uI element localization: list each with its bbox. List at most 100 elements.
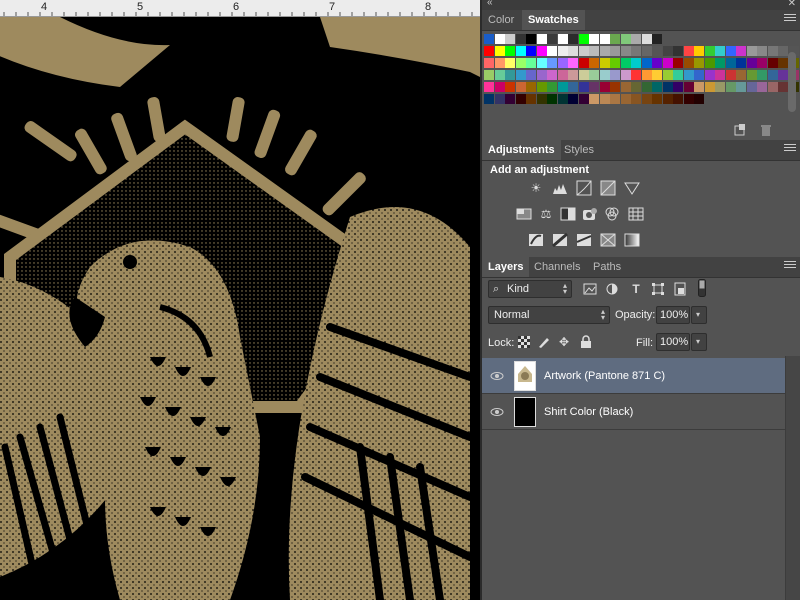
swatch[interactable] xyxy=(704,58,715,68)
swatch[interactable] xyxy=(620,46,631,56)
swatch[interactable] xyxy=(620,34,631,44)
swatch[interactable] xyxy=(599,70,610,80)
swatch[interactable] xyxy=(641,46,652,56)
swatch[interactable] xyxy=(526,94,536,104)
lock-all-icon[interactable] xyxy=(578,334,594,350)
lock-transparency-icon[interactable] xyxy=(516,334,532,350)
tab-adjustments[interactable]: Adjustments xyxy=(482,140,561,160)
swatch[interactable] xyxy=(515,34,526,44)
tab-color[interactable]: Color xyxy=(482,10,520,30)
tab-paths[interactable]: Paths xyxy=(587,257,627,277)
lock-paint-icon[interactable] xyxy=(536,334,552,350)
swatch[interactable] xyxy=(778,70,788,80)
swatch[interactable] xyxy=(662,46,673,56)
tab-channels[interactable]: Channels xyxy=(528,257,586,277)
swatch[interactable] xyxy=(746,58,757,68)
swatch[interactable] xyxy=(578,94,589,104)
swatch[interactable] xyxy=(652,58,662,68)
swatch[interactable] xyxy=(631,70,641,80)
swatch[interactable] xyxy=(767,46,778,56)
layer-row[interactable]: Shirt Color (Black) xyxy=(482,394,786,430)
swatch[interactable] xyxy=(536,94,547,104)
swatch[interactable] xyxy=(631,94,641,104)
shape-filter-icon[interactable] xyxy=(650,281,666,297)
swatch[interactable] xyxy=(620,58,631,68)
swatch[interactable] xyxy=(641,34,652,44)
panel-menu-icon[interactable] xyxy=(784,144,796,154)
swatch[interactable] xyxy=(578,82,589,92)
photo-filter-icon[interactable] xyxy=(582,206,598,222)
swatch[interactable] xyxy=(547,70,557,80)
swatch[interactable] xyxy=(515,58,526,68)
swatch[interactable] xyxy=(484,82,494,92)
tab-styles[interactable]: Styles xyxy=(558,140,600,160)
swatch[interactable] xyxy=(599,94,610,104)
levels-icon[interactable] xyxy=(552,180,568,196)
swatch[interactable] xyxy=(568,70,578,80)
black-white-icon[interactable] xyxy=(560,206,576,222)
swatch[interactable] xyxy=(484,94,494,104)
channel-mixer-icon[interactable] xyxy=(604,206,620,222)
swatch[interactable] xyxy=(694,46,704,56)
swatch[interactable] xyxy=(547,82,557,92)
swatch[interactable] xyxy=(778,46,788,56)
swatches-scrollbar[interactable] xyxy=(788,52,796,112)
layer-row[interactable]: Artwork (Pantone 871 C) xyxy=(482,358,786,394)
swatch[interactable] xyxy=(641,82,652,92)
swatch[interactable] xyxy=(610,82,620,92)
swatch[interactable] xyxy=(547,46,557,56)
swatch[interactable] xyxy=(484,58,494,68)
swatch[interactable] xyxy=(704,46,715,56)
swatch[interactable] xyxy=(547,34,557,44)
swatch[interactable] xyxy=(631,34,641,44)
swatch[interactable] xyxy=(494,46,505,56)
swatch[interactable] xyxy=(725,46,736,56)
swatch[interactable] xyxy=(568,34,578,44)
swatch[interactable] xyxy=(736,46,746,56)
swatch[interactable] xyxy=(505,46,515,56)
swatch[interactable] xyxy=(746,82,757,92)
selective-color-icon[interactable] xyxy=(600,232,616,248)
swatch[interactable] xyxy=(494,34,505,44)
swatch[interactable] xyxy=(484,46,494,56)
swatch[interactable] xyxy=(505,58,515,68)
swatch[interactable] xyxy=(767,82,778,92)
swatch[interactable] xyxy=(757,58,767,68)
swatch[interactable] xyxy=(505,94,515,104)
swatch[interactable] xyxy=(631,58,641,68)
swatch[interactable] xyxy=(589,46,599,56)
pixel-filter-icon[interactable] xyxy=(582,281,598,297)
swatch[interactable] xyxy=(704,70,715,80)
swatch[interactable] xyxy=(589,58,599,68)
swatch[interactable] xyxy=(557,58,568,68)
swatch[interactable] xyxy=(547,94,557,104)
swatch[interactable] xyxy=(610,70,620,80)
filter-toggle-switch[interactable] xyxy=(694,279,710,297)
swatch[interactable] xyxy=(494,82,505,92)
swatch[interactable] xyxy=(757,82,767,92)
swatch[interactable] xyxy=(725,58,736,68)
panel-menu-icon[interactable] xyxy=(784,261,796,271)
swatch[interactable] xyxy=(652,82,662,92)
swatch[interactable] xyxy=(778,58,788,68)
swatch[interactable] xyxy=(610,46,620,56)
swatch[interactable] xyxy=(536,82,547,92)
trash-icon[interactable] xyxy=(760,124,772,139)
swatch[interactable] xyxy=(599,34,610,44)
swatch[interactable] xyxy=(715,46,725,56)
swatch[interactable] xyxy=(757,46,767,56)
swatch[interactable] xyxy=(673,94,683,104)
swatch[interactable] xyxy=(547,58,557,68)
layer-filter-kind-select[interactable]: ⌕ Kind ▴ ▾ xyxy=(488,280,572,298)
swatch[interactable] xyxy=(526,58,536,68)
swatch[interactable] xyxy=(662,58,673,68)
swatch[interactable] xyxy=(526,70,536,80)
tab-swatches[interactable]: Swatches xyxy=(522,10,585,30)
swatch[interactable] xyxy=(641,58,652,68)
swatch[interactable] xyxy=(694,82,704,92)
swatch[interactable] xyxy=(694,70,704,80)
layers-scrollbar[interactable] xyxy=(785,356,800,600)
swatch[interactable] xyxy=(557,34,568,44)
swatch[interactable] xyxy=(694,94,704,104)
eye-icon[interactable] xyxy=(490,405,504,419)
